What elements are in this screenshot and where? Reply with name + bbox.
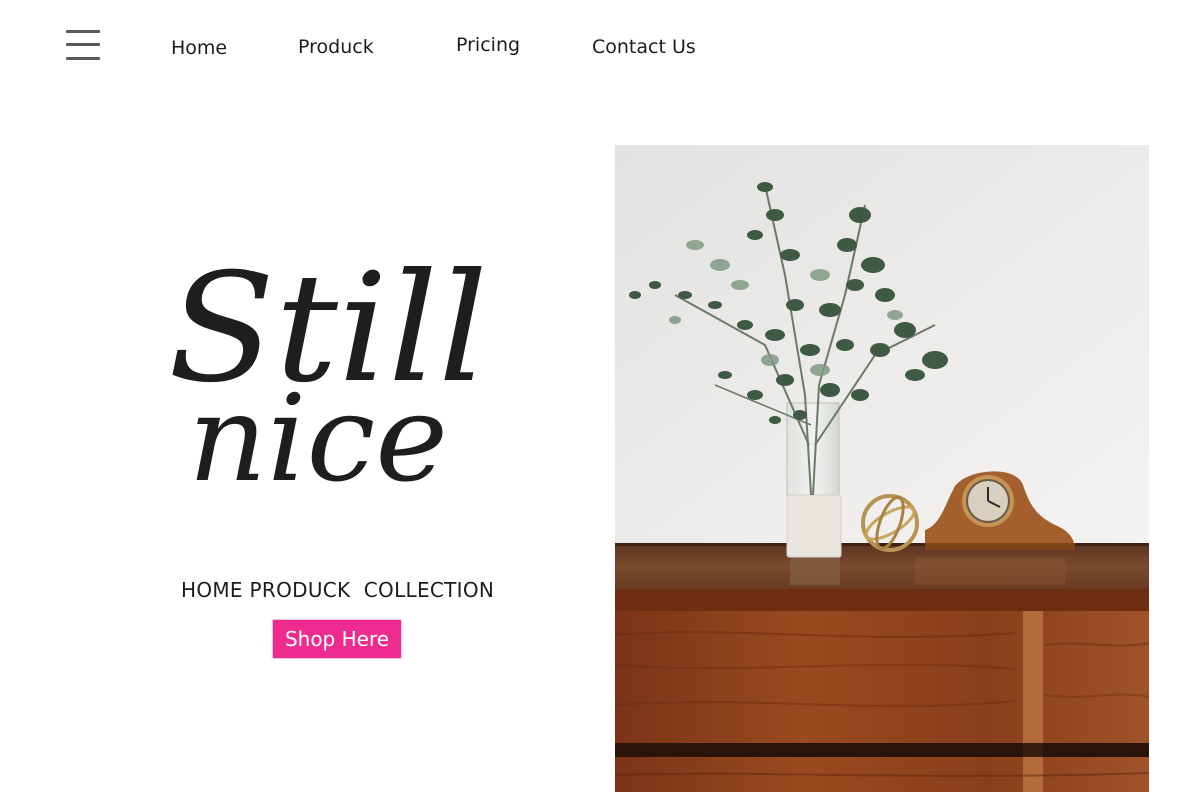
hero-photo (615, 145, 1149, 792)
hamburger-menu-icon[interactable] (66, 30, 102, 62)
collection-subtitle: HOME PRODUCK COLLECTION (181, 578, 495, 602)
hero-title-line2: nice (188, 370, 448, 500)
shop-here-button[interactable]: Shop Here (272, 619, 402, 659)
nav-link-product[interactable]: Produck (298, 36, 374, 58)
nav-link-pricing[interactable]: Pricing (456, 34, 520, 56)
nav-link-contact[interactable]: Contact Us (592, 36, 696, 58)
landing-page: Home Produck Pricing Contact Us Still ni… (0, 0, 1184, 792)
nav-link-home[interactable]: Home (171, 37, 227, 59)
hero-title: Still nice (150, 230, 510, 500)
